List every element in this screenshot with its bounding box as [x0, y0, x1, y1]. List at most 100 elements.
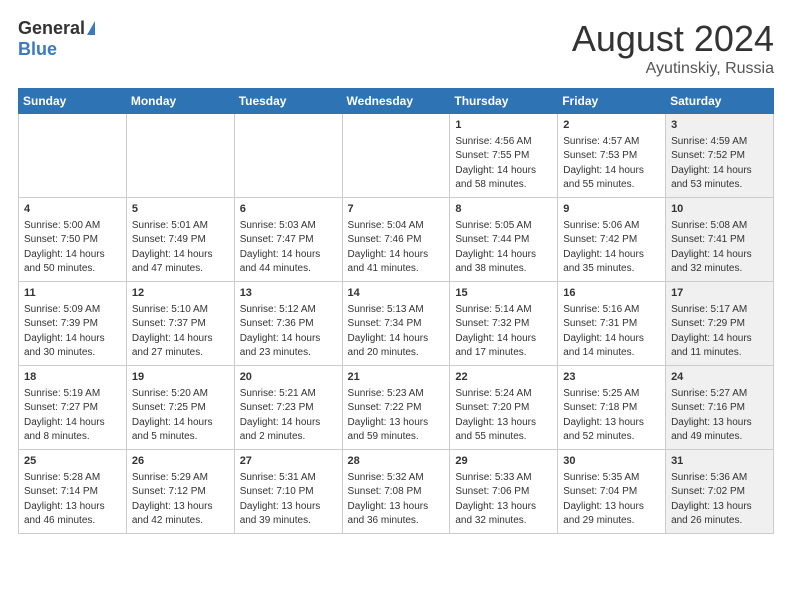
calendar-cell: 10Sunrise: 5:08 AM Sunset: 7:41 PM Dayli… — [666, 197, 774, 281]
day-number: 13 — [240, 286, 337, 302]
day-number: 19 — [132, 370, 229, 386]
calendar-cell: 30Sunrise: 5:35 AM Sunset: 7:04 PM Dayli… — [558, 449, 666, 533]
calendar-title: August 2024 — [572, 18, 774, 60]
week-row-3: 11Sunrise: 5:09 AM Sunset: 7:39 PM Dayli… — [19, 281, 774, 365]
day-number: 16 — [563, 286, 660, 302]
day-info: Sunrise: 5:21 AM Sunset: 7:23 PM Dayligh… — [240, 387, 337, 445]
day-number: 3 — [671, 118, 768, 134]
day-info: Sunrise: 5:20 AM Sunset: 7:25 PM Dayligh… — [132, 387, 229, 445]
calendar-cell: 21Sunrise: 5:23 AM Sunset: 7:22 PM Dayli… — [342, 365, 450, 449]
day-info: Sunrise: 5:28 AM Sunset: 7:14 PM Dayligh… — [24, 471, 121, 529]
day-number: 28 — [348, 454, 445, 470]
day-header-saturday: Saturday — [666, 89, 774, 114]
day-number: 6 — [240, 202, 337, 218]
calendar-cell: 20Sunrise: 5:21 AM Sunset: 7:23 PM Dayli… — [234, 365, 342, 449]
day-number: 2 — [563, 118, 660, 134]
day-info: Sunrise: 5:08 AM Sunset: 7:41 PM Dayligh… — [671, 219, 768, 277]
calendar-cell — [342, 114, 450, 198]
day-number: 20 — [240, 370, 337, 386]
day-info: Sunrise: 5:23 AM Sunset: 7:22 PM Dayligh… — [348, 387, 445, 445]
logo-text: General — [18, 18, 95, 39]
calendar-cell: 29Sunrise: 5:33 AM Sunset: 7:06 PM Dayli… — [450, 449, 558, 533]
day-number: 7 — [348, 202, 445, 218]
calendar-subtitle: Ayutinskiy, Russia — [572, 60, 774, 78]
day-info: Sunrise: 5:13 AM Sunset: 7:34 PM Dayligh… — [348, 303, 445, 361]
calendar-cell: 28Sunrise: 5:32 AM Sunset: 7:08 PM Dayli… — [342, 449, 450, 533]
day-number: 11 — [24, 286, 121, 302]
day-number: 5 — [132, 202, 229, 218]
day-number: 10 — [671, 202, 768, 218]
day-info: Sunrise: 5:33 AM Sunset: 7:06 PM Dayligh… — [455, 471, 552, 529]
day-info: Sunrise: 5:36 AM Sunset: 7:02 PM Dayligh… — [671, 471, 768, 529]
day-number: 17 — [671, 286, 768, 302]
day-number: 25 — [24, 454, 121, 470]
day-number: 4 — [24, 202, 121, 218]
day-info: Sunrise: 5:04 AM Sunset: 7:46 PM Dayligh… — [348, 219, 445, 277]
day-info: Sunrise: 4:56 AM Sunset: 7:55 PM Dayligh… — [455, 135, 552, 193]
week-row-4: 18Sunrise: 5:19 AM Sunset: 7:27 PM Dayli… — [19, 365, 774, 449]
day-info: Sunrise: 5:12 AM Sunset: 7:36 PM Dayligh… — [240, 303, 337, 361]
calendar-cell: 4Sunrise: 5:00 AM Sunset: 7:50 PM Daylig… — [19, 197, 127, 281]
day-number: 29 — [455, 454, 552, 470]
day-header-monday: Monday — [126, 89, 234, 114]
day-info: Sunrise: 5:16 AM Sunset: 7:31 PM Dayligh… — [563, 303, 660, 361]
day-info: Sunrise: 5:25 AM Sunset: 7:18 PM Dayligh… — [563, 387, 660, 445]
day-info: Sunrise: 5:24 AM Sunset: 7:20 PM Dayligh… — [455, 387, 552, 445]
day-info: Sunrise: 5:01 AM Sunset: 7:49 PM Dayligh… — [132, 219, 229, 277]
calendar-cell: 13Sunrise: 5:12 AM Sunset: 7:36 PM Dayli… — [234, 281, 342, 365]
calendar-cell: 31Sunrise: 5:36 AM Sunset: 7:02 PM Dayli… — [666, 449, 774, 533]
header: General Blue August 2024 Ayutinskiy, Rus… — [18, 18, 774, 78]
day-info: Sunrise: 5:03 AM Sunset: 7:47 PM Dayligh… — [240, 219, 337, 277]
calendar-cell: 14Sunrise: 5:13 AM Sunset: 7:34 PM Dayli… — [342, 281, 450, 365]
day-number: 1 — [455, 118, 552, 134]
calendar-cell: 15Sunrise: 5:14 AM Sunset: 7:32 PM Dayli… — [450, 281, 558, 365]
day-number: 12 — [132, 286, 229, 302]
header-row: SundayMondayTuesdayWednesdayThursdayFrid… — [19, 89, 774, 114]
week-row-1: 1Sunrise: 4:56 AM Sunset: 7:55 PM Daylig… — [19, 114, 774, 198]
day-header-thursday: Thursday — [450, 89, 558, 114]
calendar-cell: 1Sunrise: 4:56 AM Sunset: 7:55 PM Daylig… — [450, 114, 558, 198]
logo-general: General — [18, 18, 85, 39]
calendar-cell: 22Sunrise: 5:24 AM Sunset: 7:20 PM Dayli… — [450, 365, 558, 449]
calendar-cell: 19Sunrise: 5:20 AM Sunset: 7:25 PM Dayli… — [126, 365, 234, 449]
day-header-friday: Friday — [558, 89, 666, 114]
calendar-cell: 2Sunrise: 4:57 AM Sunset: 7:53 PM Daylig… — [558, 114, 666, 198]
calendar-cell — [234, 114, 342, 198]
week-row-2: 4Sunrise: 5:00 AM Sunset: 7:50 PM Daylig… — [19, 197, 774, 281]
calendar-cell: 3Sunrise: 4:59 AM Sunset: 7:52 PM Daylig… — [666, 114, 774, 198]
day-number: 22 — [455, 370, 552, 386]
day-number: 18 — [24, 370, 121, 386]
day-info: Sunrise: 5:00 AM Sunset: 7:50 PM Dayligh… — [24, 219, 121, 277]
day-number: 9 — [563, 202, 660, 218]
day-info: Sunrise: 5:19 AM Sunset: 7:27 PM Dayligh… — [24, 387, 121, 445]
day-number: 21 — [348, 370, 445, 386]
calendar-cell: 17Sunrise: 5:17 AM Sunset: 7:29 PM Dayli… — [666, 281, 774, 365]
calendar-cell: 27Sunrise: 5:31 AM Sunset: 7:10 PM Dayli… — [234, 449, 342, 533]
day-number: 23 — [563, 370, 660, 386]
calendar-cell: 11Sunrise: 5:09 AM Sunset: 7:39 PM Dayli… — [19, 281, 127, 365]
calendar-cell: 26Sunrise: 5:29 AM Sunset: 7:12 PM Dayli… — [126, 449, 234, 533]
day-number: 27 — [240, 454, 337, 470]
week-row-5: 25Sunrise: 5:28 AM Sunset: 7:14 PM Dayli… — [19, 449, 774, 533]
calendar-cell — [19, 114, 127, 198]
day-header-sunday: Sunday — [19, 89, 127, 114]
calendar-cell: 23Sunrise: 5:25 AM Sunset: 7:18 PM Dayli… — [558, 365, 666, 449]
day-number: 8 — [455, 202, 552, 218]
logo: General Blue — [18, 18, 95, 60]
day-number: 26 — [132, 454, 229, 470]
calendar-cell: 24Sunrise: 5:27 AM Sunset: 7:16 PM Dayli… — [666, 365, 774, 449]
day-info: Sunrise: 5:27 AM Sunset: 7:16 PM Dayligh… — [671, 387, 768, 445]
day-header-tuesday: Tuesday — [234, 89, 342, 114]
day-info: Sunrise: 5:17 AM Sunset: 7:29 PM Dayligh… — [671, 303, 768, 361]
calendar-table: SundayMondayTuesdayWednesdayThursdayFrid… — [18, 88, 774, 534]
day-info: Sunrise: 4:57 AM Sunset: 7:53 PM Dayligh… — [563, 135, 660, 193]
day-info: Sunrise: 5:06 AM Sunset: 7:42 PM Dayligh… — [563, 219, 660, 277]
day-info: Sunrise: 5:29 AM Sunset: 7:12 PM Dayligh… — [132, 471, 229, 529]
page: General Blue August 2024 Ayutinskiy, Rus… — [0, 0, 792, 552]
day-number: 24 — [671, 370, 768, 386]
calendar-cell: 8Sunrise: 5:05 AM Sunset: 7:44 PM Daylig… — [450, 197, 558, 281]
day-number: 31 — [671, 454, 768, 470]
day-info: Sunrise: 5:10 AM Sunset: 7:37 PM Dayligh… — [132, 303, 229, 361]
logo-blue: Blue — [18, 39, 57, 60]
day-header-wednesday: Wednesday — [342, 89, 450, 114]
